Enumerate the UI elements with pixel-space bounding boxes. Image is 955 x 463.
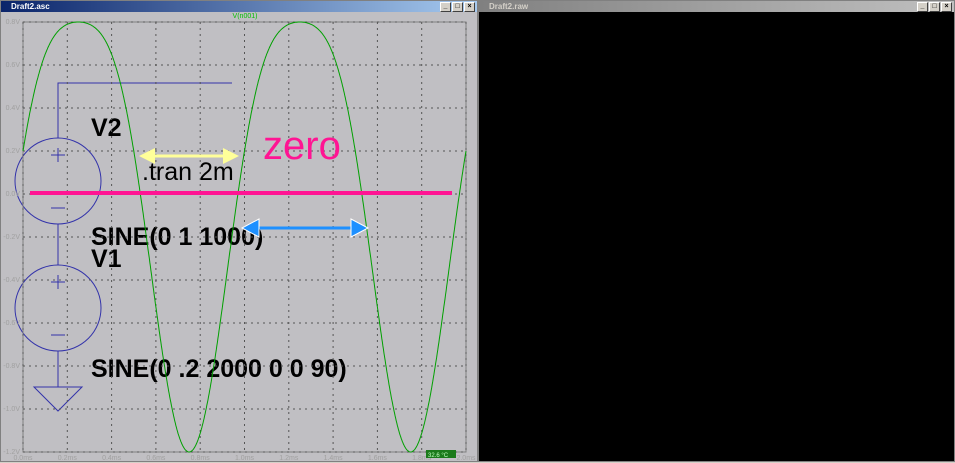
x-tick-label: 0.0ms <box>13 455 33 462</box>
waveform-window[interactable]: Draft2.raw _ □ × 0.8V 0.6V 0.4V 0.2V 0.0V -0.2V… <box>3 0 955 462</box>
x-tick-label: 0.8ms <box>191 455 211 462</box>
x-tick-label: 0.4ms <box>102 455 122 462</box>
y-tick-label: 0.8V <box>6 19 21 26</box>
x-tick-label: 0.6ms <box>146 455 166 462</box>
y-tick-label: -1.0V <box>3 406 20 413</box>
maximize-button[interactable]: □ <box>929 2 940 12</box>
y-tick-label: -0.8V <box>3 363 20 370</box>
blue-arrow <box>240 218 370 238</box>
x-tick-label: 1.0ms <box>235 455 255 462</box>
waveform-titlebar[interactable]: Draft2.raw _ □ × <box>479 1 954 12</box>
trace-label[interactable]: V(n001) <box>233 13 258 20</box>
y-tick-label: 0.4V <box>6 105 21 112</box>
x-tick-label: 1.2ms <box>279 455 299 462</box>
x-tick-label: 2.0ms <box>456 455 476 462</box>
minimize-button[interactable]: _ <box>917 2 928 12</box>
y-tick-label: 0.0V <box>6 191 21 198</box>
x-tick-label: 1.4ms <box>324 455 344 462</box>
temperature-status: 32.6 °C <box>428 453 449 459</box>
x-tick-label: 0.2ms <box>58 455 78 462</box>
y-tick-label: -0.2V <box>3 234 20 241</box>
y-tick-label: -0.4V <box>3 277 20 284</box>
close-button[interactable]: × <box>941 2 952 12</box>
y-tick-label: -0.6V <box>3 320 20 327</box>
y-tick-label: 0.6V <box>6 62 21 69</box>
y-tick-label: 0.2V <box>6 148 21 155</box>
zero-annotation: zero <box>263 124 341 168</box>
yellow-arrow <box>139 148 239 164</box>
waveform-plot[interactable]: 0.8V 0.6V 0.4V 0.2V 0.0V -0.2V -0.4V -0.6V -0.8V… <box>1 1 478 463</box>
waveform-title: Draft2.raw <box>489 2 529 11</box>
x-tick-label: 1.6ms <box>368 455 388 462</box>
